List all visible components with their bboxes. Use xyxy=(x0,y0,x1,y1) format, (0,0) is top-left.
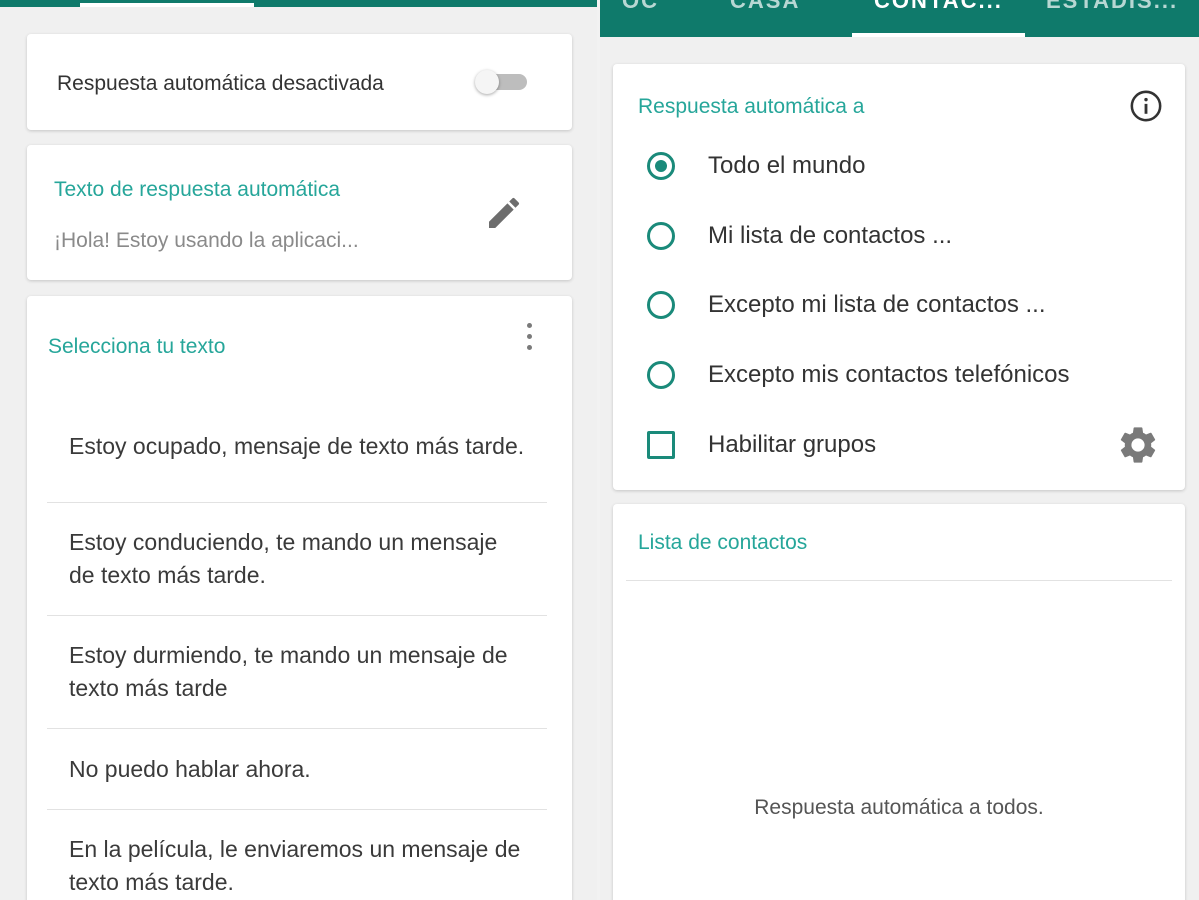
auto-reply-status-label: Respuesta automática desactivada xyxy=(57,72,384,95)
pencil-icon[interactable] xyxy=(484,193,524,233)
radio-button xyxy=(647,291,675,319)
radio-button xyxy=(647,361,675,389)
list-item[interactable]: No puedo hablar ahora. xyxy=(47,729,547,810)
select-text-title: Selecciona tu texto xyxy=(48,335,226,358)
message-text: En la película, le enviaremos un mensaje… xyxy=(69,836,521,895)
tab-oc[interactable]: OC xyxy=(622,0,659,14)
checkbox xyxy=(647,431,675,459)
contact-list-title: Lista de contactos xyxy=(638,531,808,554)
list-item[interactable]: Estoy ocupado, mensaje de texto más tard… xyxy=(47,390,547,503)
radio-button xyxy=(647,152,675,180)
contact-list-empty-text: Respuesta automática a todos. xyxy=(754,796,1044,819)
divider xyxy=(626,580,1172,581)
radio-except-phone-contacts[interactable]: Excepto mis contactos telefónicos xyxy=(647,355,1070,395)
radio-my-contact-list[interactable]: Mi lista de contactos ... xyxy=(647,216,952,256)
list-item[interactable]: Estoy conduciendo, te mando un mensaje d… xyxy=(47,503,547,616)
option-label: Excepto mis contactos telefónicos xyxy=(708,361,1070,388)
auto-reply-switch[interactable] xyxy=(475,70,527,94)
more-vertical-icon[interactable] xyxy=(521,320,537,356)
message-text: Estoy durmiendo, te mando un mensaje de … xyxy=(69,642,508,701)
radio-everyone[interactable]: Todo el mundo xyxy=(647,146,865,186)
audience-title: Respuesta automática a xyxy=(638,95,865,118)
reply-text-preview: ¡Hola! Estoy usando la aplicaci... xyxy=(54,229,359,252)
right-screen: OC CASA CONTAC... ESTADÍS... Respuesta a… xyxy=(600,0,1199,900)
tab-indicator xyxy=(852,33,1025,37)
message-list: Estoy ocupado, mensaje de texto más tard… xyxy=(47,390,547,900)
list-item[interactable]: En la película, le enviaremos un mensaje… xyxy=(47,810,547,900)
enable-groups-checkbox[interactable]: Habilitar grupos xyxy=(647,425,876,465)
gear-icon[interactable] xyxy=(1116,423,1160,467)
option-label: Todo el mundo xyxy=(708,152,866,179)
select-text-card: Selecciona tu texto Estoy ocupado, mensa… xyxy=(27,296,572,900)
message-text: Estoy ocupado, mensaje de texto más tard… xyxy=(69,432,525,459)
option-label: Excepto mi lista de contactos ... xyxy=(708,291,1046,318)
message-text: No puedo hablar ahora. xyxy=(69,755,311,782)
contact-list-card: Lista de contactos Respuesta automática … xyxy=(613,504,1185,900)
tab-indicator xyxy=(80,3,254,7)
list-item[interactable]: Estoy durmiendo, te mando un mensaje de … xyxy=(47,616,547,729)
option-label: Habilitar grupos xyxy=(708,431,877,458)
reply-text-title: Texto de respuesta automática xyxy=(54,178,341,201)
switch-thumb xyxy=(475,70,499,94)
info-icon[interactable] xyxy=(1129,89,1163,123)
tab-casa[interactable]: CASA xyxy=(730,0,800,14)
option-label: Mi lista de contactos ... xyxy=(708,222,953,249)
app-bar: OC CASA CONTAC... ESTADÍS... xyxy=(600,0,1199,37)
tab-contacts[interactable]: CONTAC... xyxy=(874,0,1003,14)
message-text: Estoy conduciendo, te mando un mensaje d… xyxy=(69,529,498,588)
tab-stats[interactable]: ESTADÍS... xyxy=(1046,0,1178,14)
radio-except-contact-list[interactable]: Excepto mi lista de contactos ... xyxy=(647,285,1046,325)
left-screen: Respuesta automática desactivada Texto d… xyxy=(0,0,597,900)
auto-reply-toggle-card: Respuesta automática desactivada xyxy=(27,34,572,130)
reply-text-card[interactable]: Texto de respuesta automática ¡Hola! Est… xyxy=(27,145,572,280)
radio-button xyxy=(647,222,675,250)
auto-reply-audience-card: Respuesta automática a Todo el mundo Mi … xyxy=(613,64,1185,490)
